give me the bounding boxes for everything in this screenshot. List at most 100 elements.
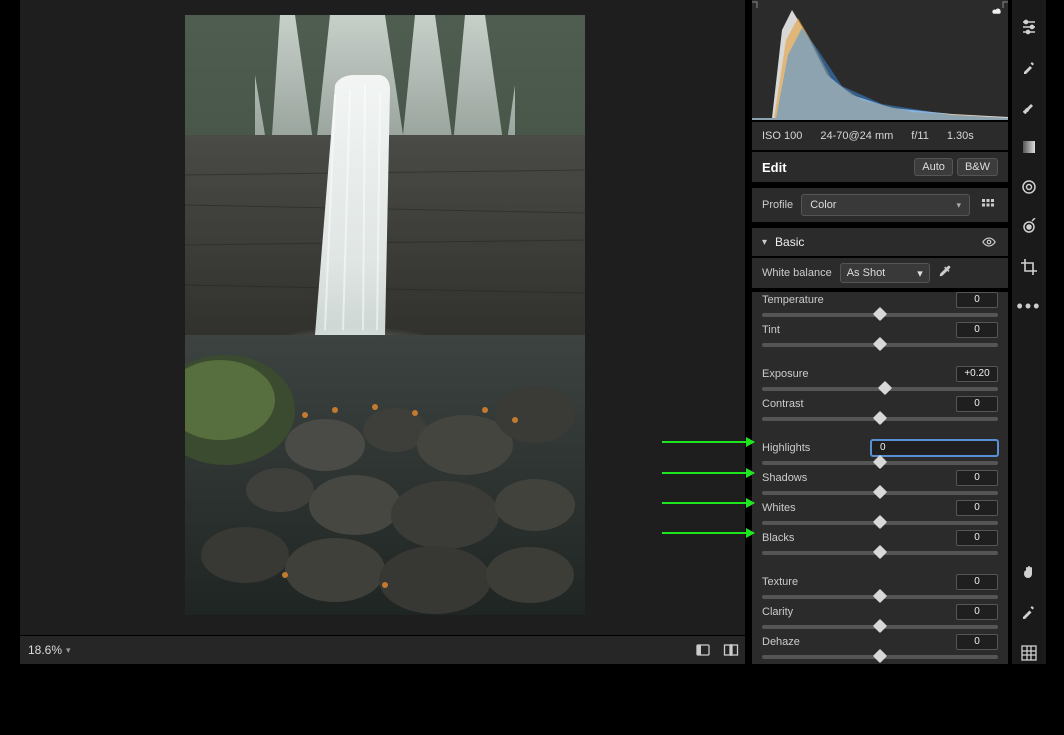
slider-track-contrast[interactable]: [762, 417, 998, 421]
slider-thumb-clarity[interactable]: [873, 619, 887, 633]
slider-thumb-dehaze[interactable]: [873, 649, 887, 663]
slider-whites: Whites0: [762, 500, 998, 530]
slider-thumb-contrast[interactable]: [873, 411, 887, 425]
chevron-down-icon: ▾: [762, 237, 767, 248]
cloud-sync-icon[interactable]: [990, 5, 1004, 24]
photo-canvas: [20, 0, 745, 635]
annotation-arrow-blacks: [662, 532, 754, 534]
adjust-sliders-icon[interactable]: [1018, 16, 1040, 38]
slider-track-tint[interactable]: [762, 343, 998, 347]
slider-label-clarity: Clarity: [762, 606, 956, 618]
slider-blacks: Blacks0: [762, 530, 998, 560]
slider-thumb-blacks[interactable]: [873, 545, 887, 559]
slider-track-clarity[interactable]: [762, 625, 998, 629]
redeye-icon[interactable]: [1018, 216, 1040, 238]
slider-track-whites[interactable]: [762, 521, 998, 525]
hand-icon[interactable]: [1018, 562, 1040, 584]
slider-value-shadows[interactable]: 0: [956, 470, 998, 486]
slider-highlights: Highlights0: [762, 440, 998, 470]
slider-value-temperature[interactable]: 0: [956, 292, 998, 308]
slider-value-contrast[interactable]: 0: [956, 396, 998, 412]
photo-preview[interactable]: [185, 15, 585, 615]
slider-label-exposure: Exposure: [762, 368, 956, 380]
slider-thumb-highlights[interactable]: [873, 455, 887, 469]
radial-filter-icon[interactable]: [1018, 176, 1040, 198]
more-tools-icon[interactable]: •••: [1017, 296, 1042, 317]
annotation-arrow-whites: [662, 502, 754, 504]
slider-track-dehaze[interactable]: [762, 655, 998, 659]
slider-shadows: Shadows0: [762, 470, 998, 500]
basic-section-title: Basic: [775, 235, 972, 249]
slider-label-highlights: Highlights: [762, 442, 871, 454]
slider-label-texture: Texture: [762, 576, 956, 588]
chevron-down-icon: ▾: [917, 267, 923, 280]
slider-thumb-exposure[interactable]: [878, 381, 892, 395]
slider-value-highlights[interactable]: 0: [871, 440, 998, 456]
slider-track-temperature[interactable]: [762, 313, 998, 317]
annotation-arrow-shadows: [662, 472, 754, 474]
exif-iso: ISO 100: [762, 130, 802, 142]
slider-value-exposure[interactable]: +0.20: [956, 366, 998, 382]
white-balance-row: White balance As Shot ▾: [752, 258, 1008, 288]
profile-value: Color: [810, 199, 836, 211]
edit-panel-header: Edit Auto B&W: [752, 152, 1008, 182]
auto-button[interactable]: Auto: [914, 158, 953, 176]
exif-strip: ISO 100 24-70@24 mm f/11 1.30s: [752, 122, 1008, 150]
white-balance-eyedropper-icon[interactable]: [938, 264, 952, 283]
slider-exposure: Exposure+0.20: [762, 366, 998, 396]
slider-value-texture[interactable]: 0: [956, 574, 998, 590]
slider-value-dehaze[interactable]: 0: [956, 634, 998, 650]
slider-thumb-temperature[interactable]: [873, 307, 887, 321]
slider-dehaze: Dehaze0: [762, 634, 998, 664]
view-mode-icon[interactable]: [689, 636, 717, 664]
slider-label-temperature: Temperature: [762, 294, 956, 306]
tool-rail: •••: [1012, 0, 1046, 664]
zoom-selector[interactable]: 18.6% ▾: [20, 643, 79, 657]
slider-thumb-tint[interactable]: [873, 337, 887, 351]
profile-row: Profile Color ▾: [752, 188, 1008, 222]
slider-label-whites: Whites: [762, 502, 956, 514]
slider-track-texture[interactable]: [762, 595, 998, 599]
chevron-down-icon: ▾: [66, 645, 71, 656]
bw-button[interactable]: B&W: [957, 158, 998, 176]
compare-icon[interactable]: [717, 636, 745, 664]
white-balance-value: As Shot: [847, 267, 886, 279]
slider-track-exposure[interactable]: [762, 387, 998, 391]
slider-label-contrast: Contrast: [762, 398, 956, 410]
viewer-bottom-bar: 18.6% ▾: [20, 636, 745, 664]
grid-icon[interactable]: [1018, 642, 1040, 664]
white-balance-label: White balance: [762, 267, 832, 279]
exif-lens: 24-70@24 mm: [820, 130, 893, 142]
slider-thumb-shadows[interactable]: [873, 485, 887, 499]
slider-thumb-whites[interactable]: [873, 515, 887, 529]
slider-thumb-texture[interactable]: [873, 589, 887, 603]
crop-icon[interactable]: [1018, 256, 1040, 278]
chevron-down-icon: ▾: [956, 200, 961, 211]
basic-panel-body: Temperature0Tint0Exposure+0.20Contrast0H…: [752, 292, 1008, 664]
section-visibility-eye-icon[interactable]: [980, 233, 998, 251]
slider-texture: Texture0: [762, 574, 998, 604]
slider-track-highlights[interactable]: [762, 461, 998, 465]
profile-label: Profile: [762, 199, 793, 211]
exif-shutter: 1.30s: [947, 130, 974, 142]
slider-value-blacks[interactable]: 0: [956, 530, 998, 546]
slider-clarity: Clarity0: [762, 604, 998, 634]
healing-brush-icon[interactable]: [1018, 56, 1040, 78]
profile-select[interactable]: Color ▾: [801, 194, 970, 216]
slider-label-tint: Tint: [762, 324, 956, 336]
slider-value-whites[interactable]: 0: [956, 500, 998, 516]
slider-track-blacks[interactable]: [762, 551, 998, 555]
white-balance-select[interactable]: As Shot ▾: [840, 263, 930, 283]
slider-temperature: Temperature0: [762, 292, 998, 322]
slider-value-tint[interactable]: 0: [956, 322, 998, 338]
slider-label-shadows: Shadows: [762, 472, 956, 484]
brush-icon[interactable]: [1018, 96, 1040, 118]
profile-browser-icon[interactable]: [978, 195, 998, 215]
zoom-label: 18.6%: [28, 643, 62, 657]
slider-track-shadows[interactable]: [762, 491, 998, 495]
color-picker-icon[interactable]: [1018, 602, 1040, 624]
gradient-icon[interactable]: [1018, 136, 1040, 158]
histogram[interactable]: [752, 0, 1008, 120]
basic-section-header[interactable]: ▾ Basic: [752, 228, 1008, 256]
slider-value-clarity[interactable]: 0: [956, 604, 998, 620]
